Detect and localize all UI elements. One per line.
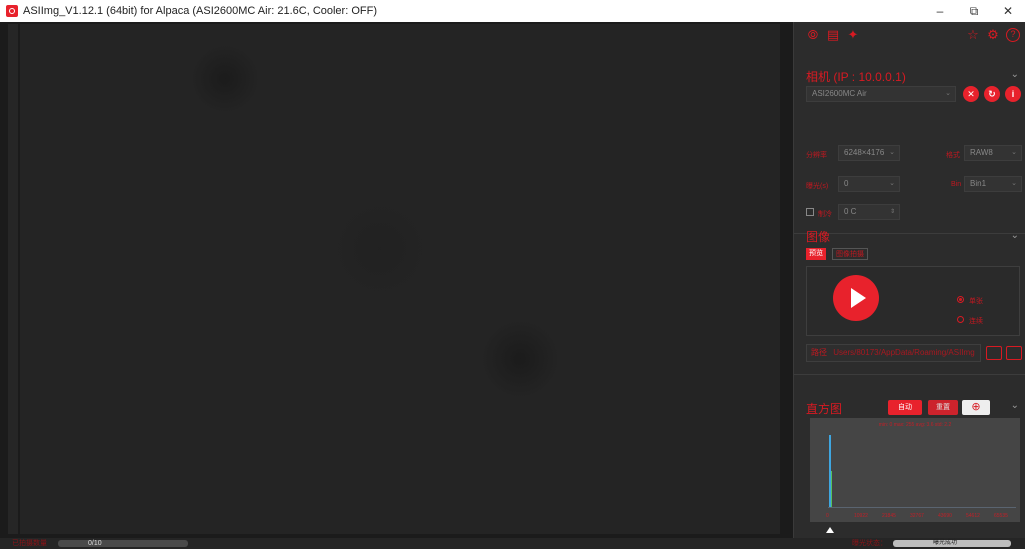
bin-select[interactable]: Bin1 ⌄ <box>964 176 1022 192</box>
histogram-stats: min: 0 max: 255 avg: 3.6 std: 2.2 <box>878 422 952 428</box>
path-value: Users/80173/AppData/Roaming/ASIImg <box>833 348 975 357</box>
restore-button[interactable]: ⧉ <box>957 0 991 22</box>
capture-progress-text: 0/10 <box>88 540 102 547</box>
captured-count-label: 已拍摄数量 <box>12 540 47 547</box>
settings-icon[interactable]: ⚙ <box>986 28 1000 42</box>
status-bar: 已拍摄数量 0/10 曝光状态： 曝光成功 <box>0 538 1025 549</box>
exposure-select[interactable]: 0 ⌄ <box>838 176 900 192</box>
chevron-down-icon: ⌄ <box>889 180 895 187</box>
loop-radio[interactable] <box>957 316 964 323</box>
x-tick: 10922 <box>854 513 868 519</box>
tab-image-capture[interactable]: 图像拍摄 <box>832 248 868 260</box>
format-value: RAW8 <box>970 148 993 157</box>
x-tick: 32767 <box>910 513 924 519</box>
window-controls: – ⧉ ✕ <box>923 0 1025 22</box>
image-section-title: 图像 <box>806 230 831 244</box>
target-icon[interactable]: ⦾ <box>806 28 820 42</box>
capture-progress-bar: 0/10 <box>58 540 188 547</box>
histogram-section-title: 直方图 <box>806 402 843 416</box>
close-button[interactable]: ✕ <box>991 0 1025 22</box>
exposure-status-bar: 曝光成功 <box>893 540 1011 547</box>
preview-scrollbar[interactable] <box>8 24 18 534</box>
info-button[interactable]: i <box>1005 86 1021 102</box>
resolution-select[interactable]: 6248×4176 ⌄ <box>838 145 900 161</box>
minimize-button[interactable]: – <box>923 0 957 22</box>
control-panel: ⦾ ▤ ✦ ☆ ⚙ ? 相机 (IP : 10.0.0.1) ⌄ ASI2600… <box>793 22 1025 538</box>
resolution-value: 6248×4176 <box>844 148 885 157</box>
chevron-down-icon: ⌄ <box>1011 180 1017 187</box>
telescope-icon[interactable]: ✦ <box>846 28 860 42</box>
chevron-down-icon: ⌄ <box>889 149 895 156</box>
window-title: ASIImg_V1.12.1 (64bit) for Alpaca (ASI26… <box>23 5 377 17</box>
exposure-label: 曝光(s) <box>806 183 829 190</box>
panel-toolbar: ⦾ ▤ ✦ ☆ ⚙ ? <box>794 22 1025 48</box>
camera-device-value: ASI2600MC Air <box>812 89 867 98</box>
x-tick: 0 <box>826 513 829 519</box>
format-label: 格式 <box>946 152 960 159</box>
save-path-field[interactable]: 路径 Users/80173/AppData/Roaming/ASIImg <box>806 344 981 362</box>
cooler-checkbox[interactable] <box>806 208 814 216</box>
section-divider <box>794 374 1025 375</box>
histogram-chart: min: 0 max: 255 avg: 3.6 std: 2.2 0 1092… <box>810 418 1020 522</box>
bin-label: Bin <box>951 181 962 188</box>
cooler-label: 制冷 <box>818 211 832 218</box>
help-icon[interactable]: ? <box>1006 28 1020 42</box>
histogram-reset-button[interactable]: 重置 <box>928 400 958 415</box>
refresh-button[interactable]: ↻ <box>984 86 1000 102</box>
camera-section-title: 相机 (IP : 10.0.0.1) <box>806 70 906 84</box>
chevron-down-icon: ⌄ <box>1011 149 1017 156</box>
start-capture-button[interactable] <box>833 275 879 321</box>
camera-mount-icon[interactable]: ▤ <box>826 28 840 42</box>
cooler-temp-value: 0 C <box>844 207 857 216</box>
single-radio-label: 单张 <box>969 298 983 305</box>
x-tick: 21845 <box>882 513 896 519</box>
shirt-icon[interactable]: ☆ <box>966 28 980 42</box>
histogram-slider-handle-icon[interactable] <box>826 527 834 533</box>
x-tick: 65535 <box>994 513 1008 519</box>
path-label: 路径 <box>811 348 827 357</box>
browse-folder-icon[interactable] <box>986 346 1002 360</box>
stepper-arrows-icon: ⇕ <box>889 209 895 215</box>
single-radio[interactable] <box>957 296 964 303</box>
resolution-label: 分辨率 <box>806 152 827 159</box>
x-tick: 43690 <box>938 513 952 519</box>
tab-preview[interactable]: 预览 <box>806 248 826 260</box>
preview-area <box>0 22 793 538</box>
camera-collapse-chevron-icon[interactable]: ⌄ <box>1011 69 1019 80</box>
format-select[interactable]: RAW8 ⌄ <box>964 145 1022 161</box>
histogram-auto-button[interactable]: 自动 <box>888 400 922 415</box>
app-icon <box>6 5 18 17</box>
exposure-status-label: 曝光状态： <box>852 540 887 547</box>
camera-device-select[interactable]: ASI2600MC Air ⌄ <box>806 86 956 102</box>
histogram-axis <box>828 507 1016 508</box>
exposure-value: 0 <box>844 179 849 188</box>
histogram-spike-green <box>831 471 832 507</box>
histogram-collapse-chevron-icon[interactable]: ⌄ <box>1011 400 1019 411</box>
image-collapse-chevron-icon[interactable]: ⌄ <box>1011 230 1019 241</box>
bin-value: Bin1 <box>970 179 987 188</box>
camera-preview-image[interactable] <box>20 24 780 534</box>
exposure-status-text: 曝光成功 <box>933 540 958 546</box>
title-bar: ASIImg_V1.12.1 (64bit) for Alpaca (ASI26… <box>0 0 1025 22</box>
open-folder-icon[interactable] <box>1006 346 1022 360</box>
loop-radio-label: 连续 <box>969 318 983 325</box>
disconnect-button[interactable]: ✕ <box>963 86 979 102</box>
capture-box: 单张 连续 <box>806 266 1020 336</box>
cooler-temp-stepper[interactable]: 0 C ⇕ <box>838 204 900 220</box>
chevron-down-icon: ⌄ <box>945 90 951 97</box>
histogram-zoom-button[interactable]: ⊕ <box>962 400 990 415</box>
x-tick: 54612 <box>966 513 980 519</box>
